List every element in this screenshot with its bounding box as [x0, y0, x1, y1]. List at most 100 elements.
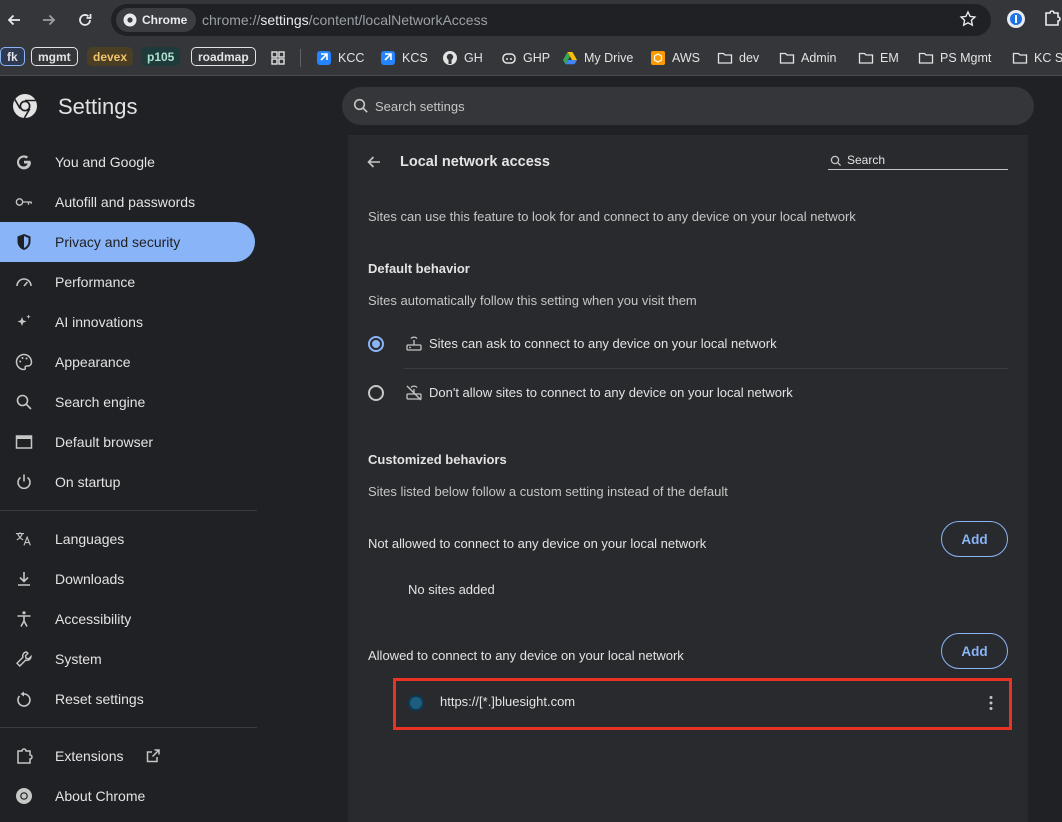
bookmark-tag[interactable]: mgmt: [31, 47, 78, 66]
sidebar-item-on-startup[interactable]: On startup: [0, 462, 255, 502]
sidebar-item-default-browser[interactable]: Default browser: [0, 422, 255, 462]
bookmark-tag[interactable]: fk: [0, 47, 25, 66]
bookmark-tag[interactable]: roadmap: [191, 47, 256, 66]
sidebar-item-label: Privacy and security: [55, 234, 181, 250]
bookmark-star-button[interactable]: [959, 10, 977, 33]
radio-button[interactable]: [368, 385, 384, 401]
url-path: /content/localNetworkAccess: [308, 12, 488, 28]
forward-button[interactable]: [37, 8, 61, 32]
bookmark-folder-kc-s[interactable]: KC S: [1012, 48, 1062, 68]
settings-search-box[interactable]: [342, 87, 1034, 125]
aws-icon: [651, 51, 665, 65]
sparkle-icon: [15, 313, 33, 331]
sidebar-item-you-and-google[interactable]: You and Google: [0, 142, 255, 182]
bookmark-folder-admin[interactable]: Admin: [779, 48, 836, 68]
sidebar-item-label: On startup: [55, 474, 121, 490]
sidebar-item-about-chrome[interactable]: About Chrome: [0, 776, 255, 816]
bookmark-aws[interactable]: AWS: [650, 48, 700, 68]
site-chip[interactable]: Chrome: [116, 8, 197, 32]
bookmark-kcs[interactable]: KCS: [380, 48, 428, 68]
sidebar-item-extensions[interactable]: Extensions: [0, 736, 255, 776]
subpage-search-box[interactable]: [828, 152, 1008, 170]
add-allowed-site-button[interactable]: Add: [941, 633, 1008, 669]
sidebar-item-label: You and Google: [55, 154, 155, 170]
radio-option-label: Don't allow sites to connect to any devi…: [429, 385, 793, 400]
bookmark-label: PS Mgmt: [940, 51, 992, 65]
bookmark-folder-ps-mgmt[interactable]: PS Mgmt: [918, 48, 991, 68]
sidebar-item-languages[interactable]: Languages: [0, 519, 255, 559]
section-title: Local network access: [400, 154, 550, 170]
password-manager-icon: [1007, 10, 1025, 28]
radio-option-label: Sites can ask to connect to any device o…: [429, 336, 777, 351]
settings-search-input[interactable]: [375, 95, 975, 117]
sidebar-item-privacy-and-security[interactable]: Privacy and security: [0, 222, 255, 262]
bookmark-label: Admin: [801, 51, 837, 65]
sidebar-item-ai-innovations[interactable]: AI innovations: [0, 302, 255, 342]
apps-button[interactable]: [270, 48, 286, 68]
sidebar-item-label: Default browser: [55, 434, 154, 450]
add-not-allowed-site-button[interactable]: Add: [941, 521, 1008, 557]
sidebar-item-system[interactable]: System: [0, 639, 255, 679]
translate-icon: [15, 530, 33, 548]
arrow-left-icon: [7, 14, 20, 26]
router-blocked-icon: [405, 384, 423, 407]
github-icon: [443, 51, 457, 65]
radio-button-selected[interactable]: [368, 336, 384, 352]
bookmark-tag[interactable]: devex: [87, 47, 134, 66]
bookmark-kcc[interactable]: KCC: [316, 48, 364, 68]
sidebar-item-accessibility[interactable]: Accessibility: [0, 599, 255, 639]
sidebar-item-label: Performance: [55, 274, 136, 290]
bookmark-label: My Drive: [584, 51, 634, 65]
customized-behaviors-subtitle: Sites listed below follow a custom setti…: [368, 484, 728, 499]
chrome-logo-icon: [12, 93, 38, 124]
bookmark-tag[interactable]: p105: [141, 47, 181, 66]
password-manager-extension-button[interactable]: [1005, 8, 1027, 35]
empty-list-text: No sites added: [408, 582, 495, 597]
bookmark-folder-dev[interactable]: dev: [717, 48, 759, 68]
router-icon: [405, 335, 423, 358]
reload-icon: [79, 14, 92, 26]
wrench-icon: [15, 650, 33, 668]
bookmark-label: EM: [880, 51, 899, 65]
option-divider: [404, 368, 1008, 369]
puzzle-icon: [15, 747, 33, 765]
extensions-button[interactable]: [1042, 8, 1062, 33]
default-behavior-heading: Default behavior: [368, 261, 470, 276]
jira-icon: [381, 51, 395, 65]
subpage-search-input[interactable]: [847, 152, 1005, 168]
radio-option-block[interactable]: Don't allow sites to connect to any devi…: [368, 370, 1008, 416]
url-host: settings: [260, 12, 309, 28]
not-allowed-list-label: Not allowed to connect to any device on …: [368, 536, 707, 551]
default-behavior-subtitle: Sites automatically follow this setting …: [368, 293, 697, 308]
sidebar-item-downloads[interactable]: Downloads: [0, 559, 255, 599]
download-icon: [15, 570, 33, 588]
bookmarks-separator: [300, 49, 301, 67]
bookmark-ghp[interactable]: GHP: [501, 48, 550, 68]
bookmark-label: KCC: [338, 51, 365, 65]
bookmark-tag-label: fk: [7, 49, 18, 64]
bookmark-tag-label: mgmt: [38, 49, 71, 64]
gauge-icon: [15, 273, 33, 291]
back-button[interactable]: [2, 8, 26, 32]
star-icon: [959, 10, 977, 27]
back-arrow-button[interactable]: [365, 153, 383, 176]
feature-description: Sites can use this feature to look for a…: [368, 209, 856, 224]
reload-button[interactable]: [73, 8, 97, 32]
sidebar-item-performance[interactable]: Performance: [0, 262, 255, 302]
bookmark-gh[interactable]: GH: [442, 48, 483, 68]
sidebar-item-autofill[interactable]: Autofill and passwords: [0, 182, 255, 222]
sidebar-item-search-engine[interactable]: Search engine: [0, 382, 255, 422]
bookmark-tag-label: devex: [93, 49, 128, 64]
puzzle-icon: [1045, 10, 1061, 26]
bookmark-my-drive[interactable]: My Drive: [562, 48, 633, 68]
apps-grid-icon: [271, 51, 285, 65]
sidebar-item-reset-settings[interactable]: Reset settings: [0, 679, 255, 719]
arrow-right-icon: [43, 14, 56, 26]
address-bar[interactable]: Chrome chrome://settings/content/localNe…: [111, 4, 991, 36]
sidebar-item-appearance[interactable]: Appearance: [0, 342, 255, 382]
folder-icon: [717, 52, 733, 64]
bookmark-label: AWS: [672, 51, 701, 65]
bookmark-folder-em[interactable]: EM: [858, 48, 899, 68]
radio-option-ask[interactable]: Sites can ask to connect to any device o…: [368, 321, 1008, 367]
url-text[interactable]: chrome://settings/content/localNetworkAc…: [202, 12, 488, 28]
